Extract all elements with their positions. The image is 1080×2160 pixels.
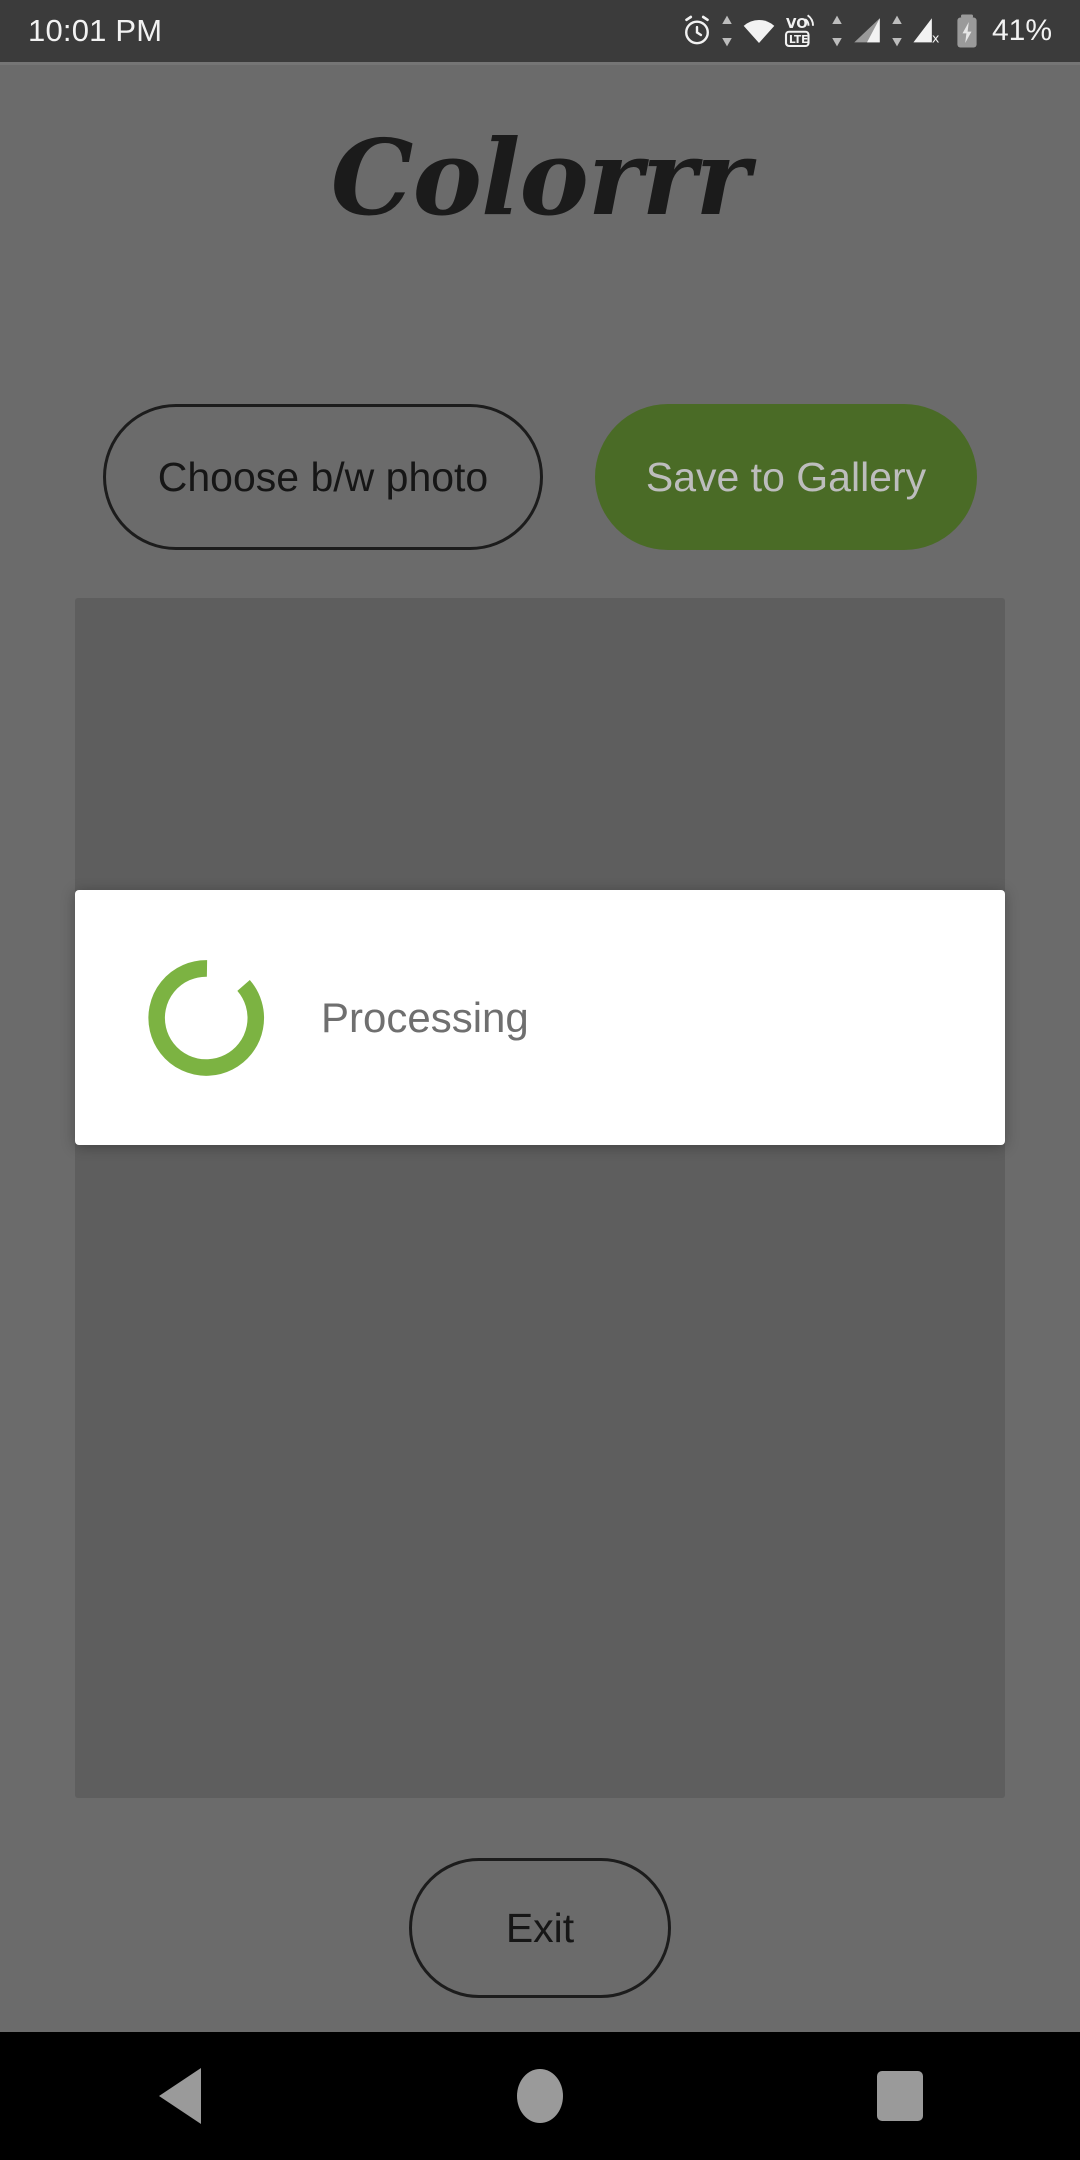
exit-button-row: Exit — [0, 1858, 1080, 1998]
save-to-gallery-button[interactable]: Save to Gallery — [595, 404, 977, 550]
page-title: Colorrr — [330, 116, 750, 239]
action-button-row: Choose b/w photo Save to Gallery — [0, 404, 1080, 550]
alarm-icon — [680, 14, 714, 48]
home-nav-button[interactable] — [440, 2032, 640, 2160]
home-circle-icon — [517, 2069, 563, 2123]
volte-icon: VO LTE — [784, 13, 824, 49]
app-screen: 10:01 PM VO LTE x 41% Colorrr Choose b/w… — [0, 0, 1080, 2160]
exit-button[interactable]: Exit — [409, 1858, 671, 1998]
wifi-icon — [740, 14, 778, 48]
signal-no-service-icon: x — [910, 14, 948, 48]
status-bar-divider — [0, 62, 1080, 65]
choose-photo-button[interactable]: Choose b/w photo — [103, 404, 543, 550]
loading-spinner-icon — [148, 959, 265, 1076]
recents-nav-button[interactable] — [800, 2032, 1000, 2160]
svg-text:x: x — [932, 31, 940, 46]
processing-dialog: Processing — [75, 890, 1005, 1145]
android-navigation-bar — [0, 2032, 1080, 2160]
data-transfer-icon — [720, 14, 734, 48]
battery-charging-icon — [954, 13, 980, 49]
battery-percentage: 41% — [991, 14, 1052, 47]
back-arrow-icon — [159, 2068, 201, 2124]
image-preview-area[interactable] — [75, 598, 1005, 1798]
data-transfer-icon-3 — [890, 14, 904, 48]
svg-text:LTE: LTE — [789, 34, 808, 46]
data-transfer-icon-2 — [830, 14, 844, 48]
status-bar-clock: 10:01 PM — [28, 13, 163, 48]
status-bar: 10:01 PM VO LTE x 41% — [0, 0, 1080, 62]
recents-square-icon — [877, 2071, 923, 2121]
signal-icon — [850, 14, 884, 48]
svg-text:VO: VO — [786, 16, 808, 32]
dialog-message: Processing — [321, 993, 529, 1041]
spinner-container — [117, 959, 297, 1077]
back-nav-button[interactable] — [80, 2032, 280, 2160]
status-bar-icons: VO LTE x 41% — [680, 13, 1052, 49]
